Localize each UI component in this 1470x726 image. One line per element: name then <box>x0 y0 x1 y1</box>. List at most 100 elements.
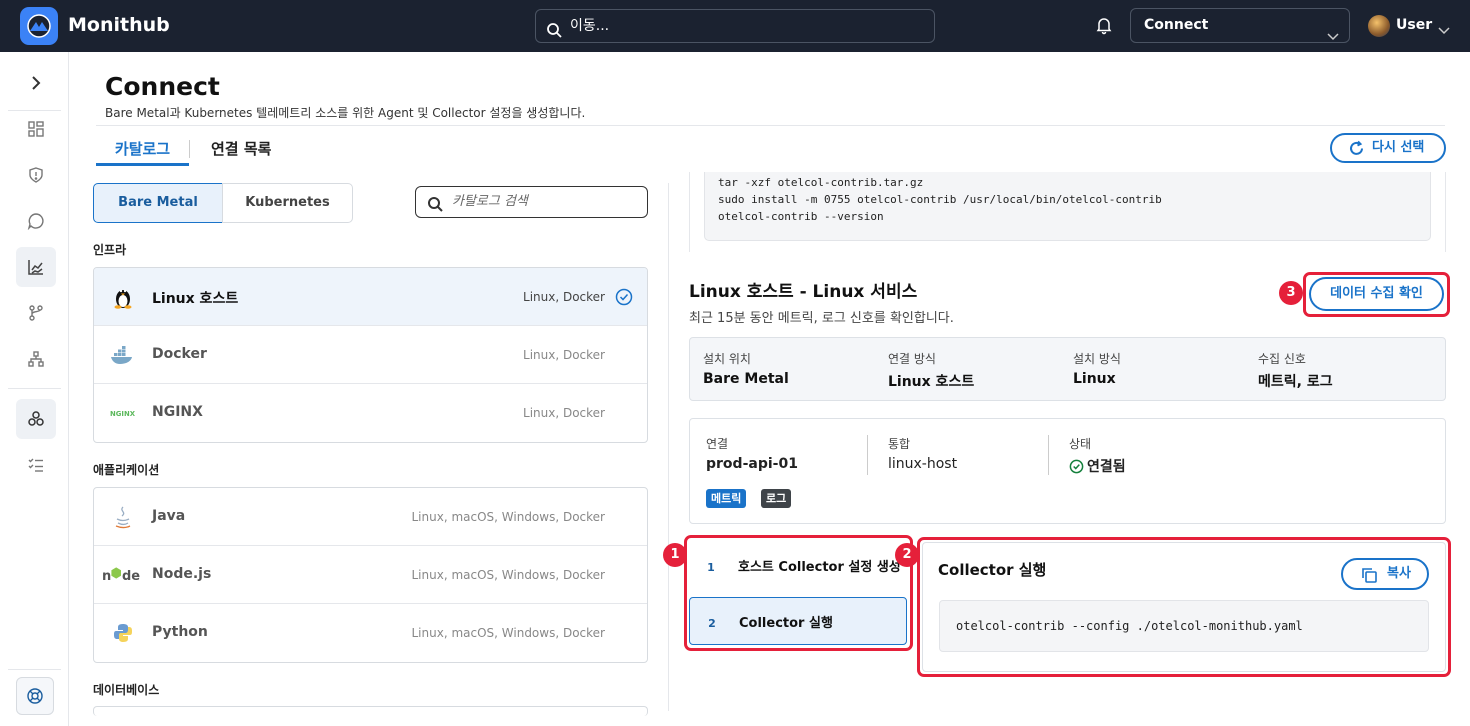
panel-border <box>1445 172 1446 252</box>
connection-cell: 연결 prod-api-01 <box>706 435 798 472</box>
tab-connections[interactable]: 연결 목록 <box>211 138 271 159</box>
summary-key: 연결 방식 <box>888 352 936 366</box>
monithub-logo-icon[interactable] <box>20 7 58 45</box>
integration-label: 통합 <box>888 437 911 451</box>
workspace-select[interactable]: Connect <box>1130 8 1350 43</box>
nodejs-logo-icon: n de <box>102 563 146 587</box>
status-cell: 상태 연결됨 <box>1069 435 1126 476</box>
summary-cell: 설치 위치 Bare Metal <box>703 350 789 387</box>
svg-text:NGINX: NGINX <box>110 410 136 418</box>
annotation-highlight-2 <box>917 537 1451 677</box>
column-divider <box>668 183 669 711</box>
dashboard-icon[interactable] <box>16 109 56 149</box>
help-icon[interactable] <box>16 677 54 715</box>
list-item[interactable]: NGINX NGINX Linux, Docker <box>94 384 647 442</box>
tab-separator <box>189 140 190 158</box>
infra-list: Linux 호스트 Linux, Docker Docker Linux, Do… <box>93 267 648 443</box>
bell-icon[interactable] <box>1094 15 1114 39</box>
list-item[interactable]: n de Node.js Linux, macOS, Windows, Docke… <box>94 546 647 604</box>
annotation-highlight-3 <box>1303 272 1450 317</box>
section-db: 데이터베이스 <box>93 683 160 697</box>
card-divider <box>867 435 868 475</box>
reset-selection-button[interactable]: 다시 선택 <box>1330 133 1446 163</box>
status-badge: 연결됨 <box>1069 456 1126 476</box>
expand-sidebar-icon[interactable] <box>16 63 56 103</box>
list-item[interactable]: Java Linux, macOS, Windows, Docker <box>94 488 647 546</box>
item-name: Linux 호스트 <box>152 291 239 307</box>
install-code-block[interactable]: tar -xzf otelcol-contrib.tar.gz sudo ins… <box>704 172 1431 241</box>
item-platforms: Linux, Docker <box>523 406 605 420</box>
page-title: Connect <box>105 72 220 101</box>
status-label: 상태 <box>1069 437 1092 451</box>
search-placeholder: 이동... <box>570 18 610 34</box>
section-apps: 애플리케이션 <box>93 463 160 477</box>
svg-text:n: n <box>102 569 111 583</box>
code-line: tar -xzf otelcol-contrib.tar.gz <box>718 176 924 189</box>
annotation-badge-3: 3 <box>1279 281 1303 305</box>
annotation-badge-2: 2 <box>895 543 919 567</box>
item-platforms: Linux, Docker <box>523 348 605 362</box>
summary-value: Linux <box>1073 371 1116 387</box>
summary-value: 메트릭, 로그 <box>1258 374 1333 390</box>
list-item[interactable]: Linux 호스트 Linux, Docker <box>94 268 647 326</box>
check-circle-icon <box>615 288 633 310</box>
list-item[interactable]: Python Linux, macOS, Windows, Docker <box>94 604 647 662</box>
workspace-value: Connect <box>1144 17 1209 33</box>
user-menu[interactable]: User <box>1368 14 1450 38</box>
catalog-search-input[interactable]: 카탈로그 검색 <box>415 186 648 218</box>
code-line: sudo install -m 0755 otelcol-contrib /us… <box>718 193 1162 206</box>
section-infra: 인프라 <box>93 243 127 257</box>
code-line: otelcol-contrib --version <box>718 210 884 223</box>
header-divider <box>96 125 1445 126</box>
segment-kubernetes[interactable]: Kubernetes <box>222 183 353 223</box>
segment-bare-metal[interactable]: Bare Metal <box>93 183 223 223</box>
connection-label: 연결 <box>706 437 729 451</box>
integration-cell: 통합 linux-host <box>888 435 957 472</box>
brand-name[interactable]: Monithub <box>68 14 170 36</box>
summary-cell: 연결 방식 Linux 호스트 <box>888 350 974 391</box>
item-platforms: Linux, macOS, Windows, Docker <box>411 568 605 582</box>
search-icon <box>427 194 443 224</box>
summary-value: Bare Metal <box>703 371 789 387</box>
svg-text:de: de <box>122 569 140 583</box>
git-branch-icon[interactable] <box>16 293 56 333</box>
catalog-search-placeholder: 카탈로그 검색 <box>452 194 528 209</box>
reset-selection-label: 다시 선택 <box>1372 140 1425 155</box>
shield-alert-icon[interactable] <box>16 155 56 195</box>
integration-value: linux-host <box>888 456 958 472</box>
annotation-badge-1: 1 <box>663 543 687 567</box>
tab-catalog[interactable]: 카탈로그 <box>96 138 189 166</box>
summary-key: 설치 위치 <box>703 352 751 366</box>
refresh-icon <box>1348 140 1365 167</box>
summary-key: 수집 신호 <box>1258 352 1306 366</box>
checklist-icon[interactable] <box>16 445 56 485</box>
hierarchy-icon[interactable] <box>16 339 56 379</box>
page-subtitle: Bare Metal과 Kubernetes 텔레메트리 소스를 위한 Agen… <box>105 106 586 120</box>
item-name: NGINX <box>152 404 203 420</box>
summary-cell: 설치 방식 Linux <box>1073 350 1121 387</box>
metrics-chart-icon[interactable] <box>16 247 56 287</box>
docker-icon <box>110 343 136 367</box>
global-search-input[interactable]: 이동... <box>535 9 935 43</box>
python-icon <box>110 621 136 645</box>
connection-value: prod-api-01 <box>706 456 798 472</box>
user-name: User <box>1396 17 1433 33</box>
connect-integrations-icon[interactable] <box>16 399 56 439</box>
linux-tux-icon <box>110 285 136 309</box>
avatar <box>1368 15 1390 37</box>
chat-icon[interactable] <box>16 201 56 241</box>
item-platforms: Linux, macOS, Windows, Docker <box>411 626 605 640</box>
summary-value: Linux 호스트 <box>888 374 975 390</box>
list-item[interactable]: Docker Linux, Docker <box>94 326 647 384</box>
main-content: Connect Bare Metal과 Kubernetes 텔레메트리 소스를… <box>69 52 1470 726</box>
signal-tag-logs: 로그 <box>761 489 792 508</box>
verify-title: Linux 호스트 - Linux 서비스 <box>689 282 918 302</box>
apps-list: Java Linux, macOS, Windows, Docker n de N… <box>93 487 648 663</box>
top-bar: Monithub 이동... Connect User <box>0 0 1470 52</box>
item-platforms: Linux, macOS, Windows, Docker <box>411 510 605 524</box>
check-circle-icon <box>1069 459 1084 474</box>
summary-panel: 설치 위치 Bare Metal 연결 방식 Linux 호스트 설치 방식 Linu… <box>689 337 1446 401</box>
sidebar <box>0 52 69 726</box>
card-divider <box>1048 435 1049 475</box>
search-icon <box>546 18 562 50</box>
